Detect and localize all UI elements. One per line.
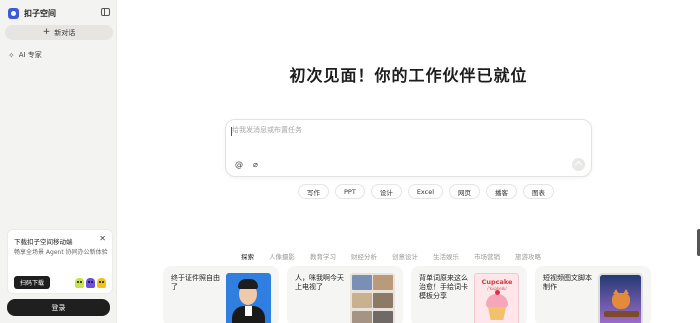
chip-podcast[interactable]: 播客 — [486, 184, 518, 199]
promo-description: 畅享全场景 Agent 协同办公新体验 — [14, 249, 108, 256]
tab-marketing[interactable]: 市场营销 — [474, 251, 500, 261]
cupcake-base-icon — [488, 307, 506, 320]
chip-webpage[interactable]: 网页 — [449, 184, 481, 199]
tab-education[interactable]: 教育学习 — [310, 251, 336, 261]
thumb-shape — [604, 311, 639, 317]
brand-logo-icon — [8, 7, 19, 19]
thumb-shape — [238, 279, 258, 289]
meme-grid-thumbnail — [350, 273, 395, 323]
thumb-shape — [373, 311, 393, 323]
example-cards: 终于证件照自由了 人，咪我啊今天上电视了 背单词原来这么治愈！手绘词卡模板分享 … — [163, 266, 651, 323]
new-chat-label: 新对话 — [54, 28, 76, 37]
new-chat-button[interactable]: + 新对话 — [5, 25, 113, 40]
thumb-shape — [352, 293, 372, 308]
thumb-shape — [245, 306, 252, 316]
brand-name: 扣子空间 — [24, 8, 56, 18]
mention-icon[interactable]: @ — [235, 160, 243, 169]
cupcake-icon — [486, 294, 508, 308]
sparkle-icon: ✧ — [8, 50, 15, 60]
promo-title: 下载扣子空间移动端 — [14, 238, 73, 246]
cupcake-flashcard-thumbnail: Cupcake /ˈkʌpkeɪk/ — [474, 273, 519, 323]
quick-action-chips: 写作 PPT 设计 Excel 网页 播客 图表 — [298, 184, 555, 199]
mascot-illustration — [75, 278, 106, 288]
chip-design[interactable]: 设计 — [370, 184, 402, 199]
example-card[interactable]: 终于证件照自由了 — [163, 266, 279, 323]
cat-icon — [612, 289, 630, 309]
thumb-shape — [352, 311, 372, 323]
tab-lifestyle[interactable]: 生活娱乐 — [433, 251, 459, 261]
sidebar-item-label: AI 专家 — [18, 51, 42, 59]
sidebar: 扣子空间 + 新对话 ✧ AI 专家 下载扣子空间移动端 ✕ 畅享全场景 Age… — [0, 0, 117, 323]
thumb-title: Cupcake — [481, 278, 513, 286]
mascot-green-icon — [75, 278, 84, 288]
chip-excel[interactable]: Excel — [407, 184, 444, 199]
send-button[interactable] — [572, 158, 585, 171]
id-photo-thumbnail — [226, 273, 271, 323]
tab-creative[interactable]: 创意设计 — [392, 251, 418, 261]
mascot-yellow-icon — [97, 278, 106, 288]
tab-portrait[interactable]: 人像摄影 — [269, 251, 295, 261]
card-title: 终于证件照自由了 — [171, 274, 220, 291]
tab-explore[interactable]: 探索 — [241, 251, 254, 261]
login-button[interactable]: 登录 — [7, 299, 110, 316]
example-card[interactable]: 人，咪我啊今天上电视了 — [287, 266, 403, 323]
category-tabs: 探索 人像摄影 教育学习 财经分析 创意设计 生活娱乐 市场营销 旅游攻略 — [241, 251, 541, 261]
plus-icon: + — [42, 27, 51, 37]
card-title: 背单词原来这么治愈！手绘词卡模板分享 — [419, 274, 468, 300]
thumb-shape — [373, 275, 393, 290]
mascot-purple-icon — [86, 278, 95, 288]
message-composer: @ ⌀ — [225, 119, 592, 177]
download-promo-card: 下载扣子空间移动端 ✕ 畅享全场景 Agent 协同办公新体验 扫码下载 — [7, 229, 113, 294]
video-storyboard-thumbnail — [598, 273, 643, 323]
thumb-shape — [352, 275, 372, 290]
sidebar-toggle-icon[interactable] — [101, 8, 110, 16]
chip-ppt[interactable]: PPT — [335, 184, 365, 199]
card-title: 人，咪我啊今天上电视了 — [295, 274, 344, 291]
page-headline: 初次见面！你的工作伙伴已就位 — [289, 66, 528, 85]
example-card[interactable]: 短视频图文脚本制作 — [535, 266, 651, 323]
sidebar-item-ai-expert[interactable]: ✧ AI 专家 — [8, 50, 42, 60]
attachment-icon[interactable]: ⌀ — [253, 160, 258, 169]
card-title: 短视频图文脚本制作 — [543, 274, 592, 291]
chip-chart[interactable]: 图表 — [523, 184, 555, 199]
cherry-icon — [495, 290, 500, 295]
tab-travel[interactable]: 旅游攻略 — [515, 251, 541, 261]
example-card[interactable]: 背单词原来这么治愈！手绘词卡模板分享 Cupcake /ˈkʌpkeɪk/ — [411, 266, 527, 323]
tab-finance[interactable]: 财经分析 — [351, 251, 377, 261]
thumb-shape — [373, 293, 393, 308]
message-input[interactable] — [232, 126, 562, 134]
close-icon[interactable]: ✕ — [99, 234, 106, 243]
chip-writing[interactable]: 写作 — [298, 184, 329, 199]
brand[interactable]: 扣子空间 — [8, 6, 56, 20]
scan-download-button[interactable]: 扫码下载 — [14, 276, 50, 289]
